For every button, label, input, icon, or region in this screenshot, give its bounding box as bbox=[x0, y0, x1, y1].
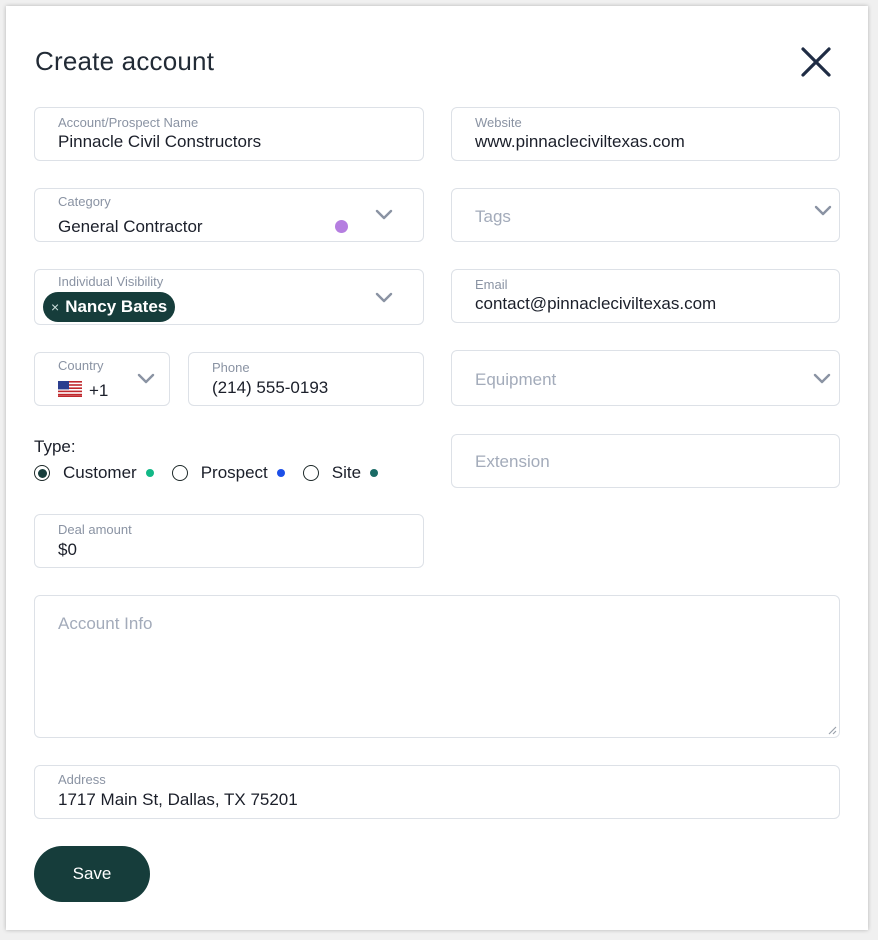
address-value: 1717 Main St, Dallas, TX 75201 bbox=[58, 790, 298, 809]
radio-customer-label[interactable]: Customer bbox=[63, 463, 137, 483]
extension-placeholder: Extension bbox=[475, 452, 550, 471]
individual-visibility-label: Individual Visibility bbox=[58, 274, 164, 289]
site-color-dot bbox=[370, 469, 379, 477]
radio-prospect-label[interactable]: Prospect bbox=[201, 463, 268, 483]
phone-value: (214) 555-0193 bbox=[212, 378, 329, 397]
account-name-value: Pinnacle Civil Constructors bbox=[58, 132, 262, 151]
deal-amount-value: $0 bbox=[58, 540, 77, 559]
us-flag-icon bbox=[58, 381, 82, 397]
deal-amount-field[interactable]: Deal amount $0 bbox=[34, 514, 424, 568]
chevron-down-icon[interactable] bbox=[814, 205, 832, 217]
country-code: +1 bbox=[89, 381, 109, 400]
email-value: contact@pinnacleciviltexas.com bbox=[475, 294, 717, 313]
resize-handle-icon[interactable] bbox=[827, 725, 837, 735]
customer-color-dot bbox=[145, 469, 154, 477]
close-icon[interactable] bbox=[798, 44, 834, 80]
phone-label: Phone bbox=[212, 360, 250, 375]
chevron-down-icon[interactable] bbox=[137, 373, 155, 385]
individual-visibility-select[interactable]: Individual Visibility × Nancy Bates bbox=[34, 269, 424, 325]
category-color-indicator bbox=[335, 220, 348, 233]
chip-remove-icon[interactable]: × bbox=[51, 299, 59, 315]
tags-select[interactable]: Tags bbox=[451, 188, 840, 242]
account-name-field[interactable]: Account/Prospect Name Pinnacle Civil Con… bbox=[34, 107, 424, 161]
address-field[interactable]: Address 1717 Main St, Dallas, TX 75201 bbox=[34, 765, 840, 819]
account-info-placeholder: Account Info bbox=[58, 614, 153, 633]
radio-prospect[interactable] bbox=[171, 465, 188, 481]
account-name-label: Account/Prospect Name bbox=[58, 115, 199, 130]
chevron-down-icon[interactable] bbox=[813, 373, 831, 385]
tags-placeholder: Tags bbox=[475, 207, 511, 226]
extension-field[interactable]: Extension bbox=[451, 434, 840, 488]
create-account-dialog: Create account Account/Prospect Name Pin… bbox=[6, 6, 868, 930]
country-select[interactable]: Country +1 bbox=[34, 352, 170, 406]
type-label: Type: bbox=[34, 437, 76, 456]
equipment-select[interactable]: Equipment bbox=[451, 350, 840, 406]
radio-site[interactable] bbox=[302, 465, 319, 481]
visibility-chip: × Nancy Bates bbox=[43, 292, 176, 322]
category-label: Category bbox=[58, 194, 111, 209]
website-value: www.pinnacleciviltexas.com bbox=[475, 132, 685, 151]
email-field[interactable]: Email contact@pinnacleciviltexas.com bbox=[451, 269, 840, 323]
category-value: General Contractor bbox=[58, 217, 203, 236]
deal-amount-label: Deal amount bbox=[58, 522, 132, 537]
address-label: Address bbox=[58, 772, 106, 787]
website-field[interactable]: Website www.pinnacleciviltexas.com bbox=[451, 107, 840, 161]
visibility-chip-label: Nancy Bates bbox=[65, 297, 168, 316]
email-label: Email bbox=[475, 277, 508, 292]
prospect-color-dot bbox=[276, 469, 285, 477]
country-label: Country bbox=[58, 358, 104, 373]
category-select[interactable]: Category General Contractor bbox=[34, 188, 424, 242]
chevron-down-icon[interactable] bbox=[375, 292, 393, 304]
website-label: Website bbox=[475, 115, 522, 130]
radio-customer[interactable] bbox=[34, 465, 50, 481]
radio-site-label[interactable]: Site bbox=[332, 463, 361, 483]
equipment-placeholder: Equipment bbox=[475, 370, 557, 389]
chevron-down-icon[interactable] bbox=[375, 209, 393, 221]
phone-field[interactable]: Phone (214) 555-0193 bbox=[188, 352, 424, 406]
account-info-textarea[interactable]: Account Info bbox=[34, 595, 840, 738]
save-button[interactable]: Save bbox=[34, 846, 150, 902]
type-radio-group: Customer Prospect Site bbox=[34, 462, 396, 484]
dialog-title: Create account bbox=[35, 46, 215, 76]
